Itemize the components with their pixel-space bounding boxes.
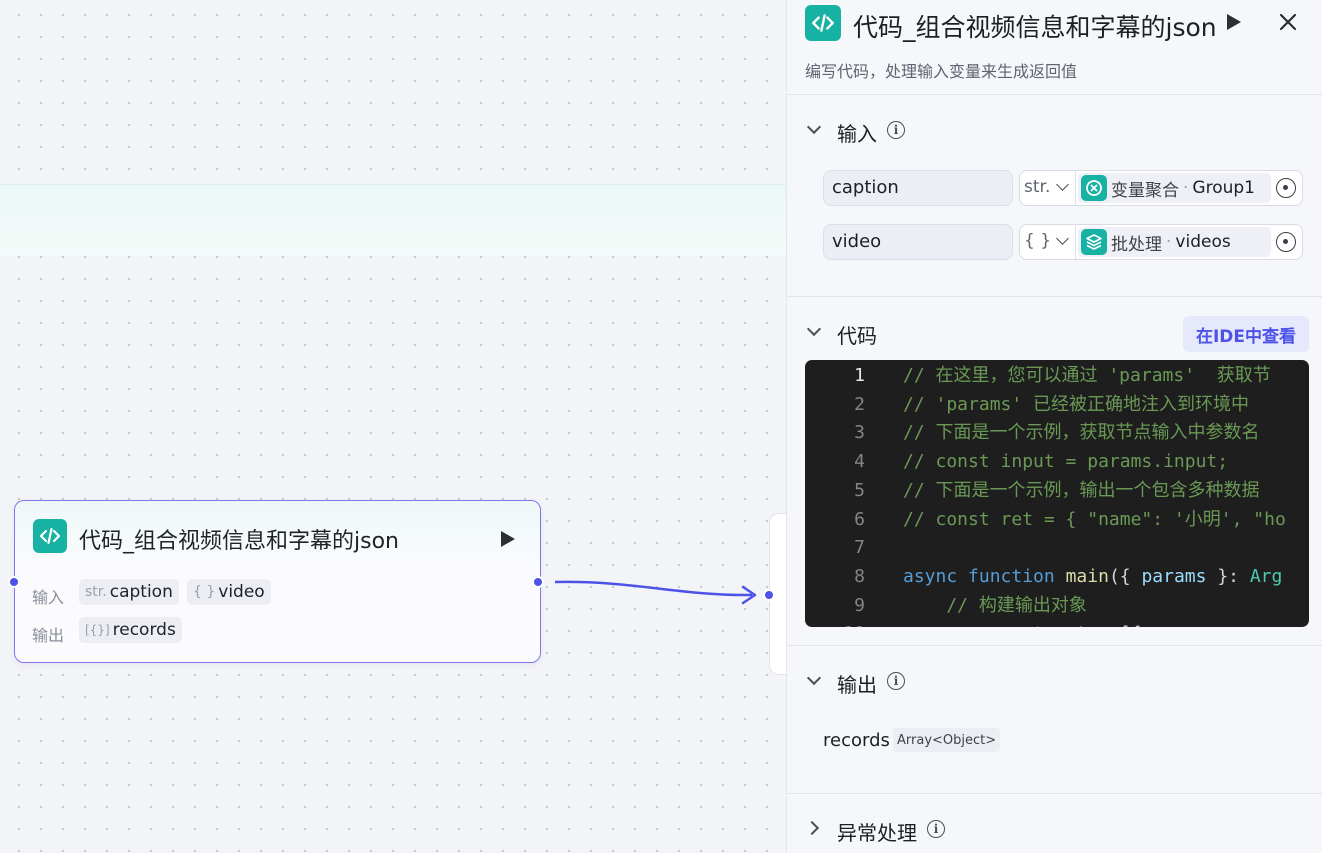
chevron-right-icon[interactable] (804, 820, 820, 836)
code-node[interactable]: 代码_组合视频信息和字幕的json 输入 str. caption { } vi… (8, 500, 544, 663)
output-var-type: Array<Object> (893, 728, 1001, 752)
node-title: 代码_组合视频信息和字幕的json (79, 529, 399, 554)
input-var-value[interactable]: { } 批处理 · videos (1019, 224, 1303, 260)
variable-aggregate-icon (1081, 175, 1107, 201)
output-var-name: records (823, 730, 890, 751)
variable-reference[interactable]: 变量聚合 · Group1 (1078, 173, 1271, 203)
chevron-down-icon[interactable] (806, 119, 822, 135)
info-icon[interactable]: i (887, 121, 905, 139)
divider (787, 296, 1322, 297)
separator (1075, 225, 1076, 259)
input-var-name[interactable]: video (823, 224, 1013, 260)
reference-source: 批处理 (1111, 234, 1162, 255)
reference-field: Group1 (1192, 178, 1255, 198)
info-icon[interactable]: i (927, 820, 945, 838)
tag-name: video (218, 582, 265, 602)
info-icon[interactable]: i (887, 672, 905, 690)
node-config-panel: 代码_组合视频信息和字幕的json 编写代码，处理输入变量来生成返回值 输入 i… (786, 0, 1322, 853)
tag-name: records (112, 620, 176, 640)
code-line[interactable]: // 在这里，您可以通过 'params' 获取节 (903, 362, 1271, 391)
canvas-group-band (0, 184, 786, 256)
panel-description: 编写代码，处理输入变量来生成返回值 (805, 62, 1078, 81)
input-port[interactable] (8, 576, 20, 588)
line-number: 4 (854, 451, 865, 473)
target-icon[interactable] (1276, 178, 1296, 198)
close-icon[interactable] (1279, 13, 1297, 31)
line-number: 9 (854, 594, 865, 616)
chevron-down-icon[interactable] (806, 321, 822, 337)
separator (1075, 171, 1076, 205)
line-number: 10 (805, 620, 865, 627)
code-line[interactable]: // 构建输出对象 (903, 592, 1087, 621)
line-number: 7 (854, 537, 865, 559)
code-line[interactable]: async function main({ params }: Arg (903, 563, 1282, 592)
code-icon (33, 519, 67, 553)
line-number: 8 (854, 565, 865, 587)
line-number: 6 (854, 508, 865, 530)
tag-name: caption (109, 582, 173, 602)
node-output-tag-records: [{}] records (79, 617, 182, 643)
type-prefix: [{}] (85, 623, 110, 637)
input-var-name[interactable]: caption (823, 170, 1013, 206)
line-number: 1 (854, 365, 865, 386)
type-select[interactable]: { } (1024, 231, 1051, 251)
input-var-value[interactable]: str. 变量聚合 · Group1 (1019, 170, 1303, 206)
exception-section-title[interactable]: 异常处理 (837, 817, 917, 846)
type-prefix: str. (85, 584, 107, 600)
divider (787, 793, 1322, 794)
play-icon[interactable] (501, 531, 515, 547)
code-section-title[interactable]: 代码 (837, 320, 877, 349)
target-icon[interactable] (1276, 232, 1296, 252)
panel-title[interactable]: 代码_组合视频信息和字幕的json (853, 8, 1217, 44)
reference-field: videos (1175, 232, 1231, 252)
play-icon[interactable] (1227, 14, 1241, 30)
next-node-input-port[interactable] (763, 589, 775, 601)
line-number: 2 (854, 393, 865, 415)
reference-source: 变量聚合 (1111, 180, 1179, 201)
connection-edge[interactable] (550, 570, 780, 610)
view-in-ide-button[interactable]: 在IDE中查看 (1183, 316, 1309, 352)
divider (787, 645, 1322, 646)
line-number: 5 (854, 479, 865, 501)
code-line[interactable]: // const input = params.input; (903, 448, 1228, 477)
code-line[interactable]: // 下面是一个示例，获取节点输入中参数名 (903, 419, 1260, 448)
input-section-title[interactable]: 输入 (837, 118, 877, 147)
type-prefix: { } (193, 584, 216, 600)
output-port[interactable] (532, 576, 544, 588)
divider (787, 94, 1322, 95)
node-input-label: 输入 (32, 588, 65, 607)
node-input-tag-video: { } video (187, 579, 271, 605)
chevron-down-icon[interactable] (806, 670, 822, 686)
type-select[interactable]: str. (1024, 177, 1050, 197)
code-icon (805, 5, 841, 41)
code-line[interactable]: const ret = [{ (903, 620, 1142, 627)
separator-dot: · (1183, 178, 1189, 198)
code-line[interactable]: // const ret = { "name": '小明', "ho (903, 506, 1286, 535)
code-editor[interactable]: 12345678910 // 在这里，您可以通过 'params' 获取节// … (805, 360, 1309, 627)
line-number: 3 (854, 422, 865, 444)
code-line[interactable]: // 'params' 已经被正确地注入到环境中 (903, 391, 1249, 420)
variable-reference[interactable]: 批处理 · videos (1078, 227, 1271, 257)
node-input-tag-caption: str. caption (79, 579, 179, 605)
workflow-canvas[interactable]: 代码_组合视频信息和字幕的json 输入 str. caption { } vi… (0, 0, 786, 853)
node-output-label: 输出 (32, 626, 65, 645)
output-section-title[interactable]: 输出 (837, 669, 877, 698)
chevron-down-icon[interactable] (1056, 178, 1069, 191)
separator-dot: · (1166, 232, 1172, 252)
code-line[interactable]: // 下面是一个示例，输出一个包含多种数据 (903, 477, 1260, 506)
batch-icon (1081, 229, 1107, 255)
chevron-down-icon[interactable] (1056, 232, 1069, 245)
